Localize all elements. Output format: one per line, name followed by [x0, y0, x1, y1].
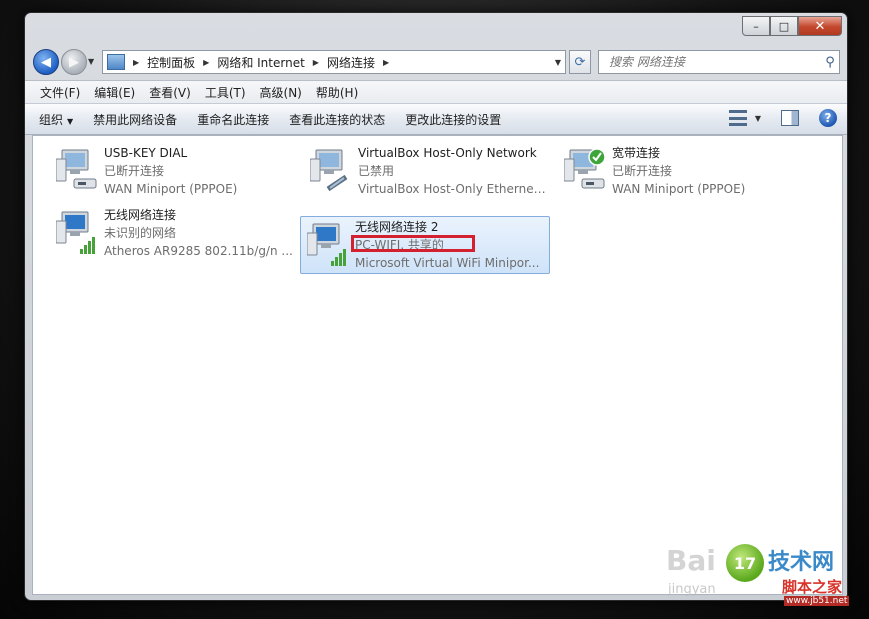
breadcrumb-chevron-icon[interactable]: ▶: [383, 58, 389, 67]
search-box[interactable]: ⚲: [598, 50, 840, 74]
explorer-window: – □ ✕ ◀ ▶ ▼ ▶ 控制面板 ▶ 网络和 Internet ▶ 网络连接…: [24, 12, 848, 601]
network-ethernet-icon: [310, 149, 348, 192]
breadcrumb-chevron-icon[interactable]: ▶: [133, 58, 139, 67]
connection-status: 未识别的网络: [104, 226, 177, 240]
connection-status: 已断开连接: [612, 164, 673, 178]
address-bar[interactable]: ▶ 控制面板 ▶ 网络和 Internet ▶ 网络连接 ▶ ▼: [102, 50, 566, 74]
back-button[interactable]: ◀: [33, 49, 59, 75]
menu-edit[interactable]: 编辑(E): [87, 84, 142, 101]
network-modem-check-icon: [564, 148, 606, 189]
menu-tools[interactable]: 工具(T): [198, 84, 253, 101]
change-settings-button[interactable]: 更改此连接的设置: [399, 111, 515, 128]
command-bar: 组织 ▼ 禁用此网络设备 重命名此连接 查看此连接的状态 更改此连接的设置 ▼ ?: [25, 103, 847, 135]
connection-status: 已禁用: [358, 164, 395, 178]
connection-device: WAN Miniport (PPPOE): [104, 182, 238, 196]
connection-wireless-2[interactable]: 无线网络连接 2 PC-WIFI, 共享的 Microsoft Virtual …: [300, 216, 550, 274]
connection-name: 宽带连接: [612, 146, 661, 160]
search-input[interactable]: [607, 54, 821, 70]
search-icon[interactable]: ⚲: [821, 55, 839, 70]
view-controls: ▼ ?: [728, 109, 837, 127]
preview-pane-icon[interactable]: [781, 110, 799, 126]
connection-virtualbox[interactable]: VirtualBox Host-Only Network 已禁用 Virtual…: [303, 142, 553, 200]
disable-device-button[interactable]: 禁用此网络设备: [87, 111, 191, 128]
recent-pages-dropdown[interactable]: ▼: [88, 57, 94, 66]
connections-list: USB-KEY DIAL 已断开连接 WAN Miniport (PPPOE) …: [32, 135, 843, 595]
forward-button[interactable]: ▶: [61, 49, 87, 75]
connection-name: 无线网络连接 2: [355, 220, 439, 234]
close-button[interactable]: ✕: [798, 16, 842, 36]
breadcrumb-chevron-icon[interactable]: ▶: [203, 58, 209, 67]
connection-device: WAN Miniport (PPPOE): [612, 182, 746, 196]
wireless-network-icon: [307, 223, 346, 266]
organize-button[interactable]: 组织 ▼: [33, 111, 87, 128]
chevron-down-icon: ▼: [67, 116, 74, 126]
menu-bar: 文件(F) 编辑(E) 查看(V) 工具(T) 高级(N) 帮助(H): [25, 80, 847, 103]
change-view-icon[interactable]: [728, 110, 747, 126]
connection-device: Atheros AR9285 802.11b/g/n ...: [104, 244, 293, 258]
connection-name: VirtualBox Host-Only Network: [358, 146, 537, 160]
network-modem-icon: [56, 149, 97, 189]
caption-buttons: – □ ✕: [742, 16, 842, 36]
help-icon[interactable]: ?: [819, 109, 837, 127]
address-row: ◀ ▶ ▼ ▶ 控制面板 ▶ 网络和 Internet ▶ 网络连接 ▶ ▼ ⟳…: [25, 47, 847, 77]
connection-device: VirtualBox Host-Only Ethernet ...: [358, 182, 548, 196]
menu-advanced[interactable]: 高级(N): [253, 84, 309, 101]
menu-view[interactable]: 查看(V): [142, 84, 198, 101]
menu-help[interactable]: 帮助(H): [309, 84, 365, 101]
view-dropdown-icon[interactable]: ▼: [755, 114, 761, 123]
breadcrumb-chevron-icon[interactable]: ▶: [313, 58, 319, 67]
control-panel-icon: [107, 54, 125, 70]
connection-device: Microsoft Virtual WiFi Minipor...: [355, 256, 540, 270]
connection-name: 无线网络连接: [104, 208, 177, 222]
connection-usb-key-dial[interactable]: USB-KEY DIAL 已断开连接 WAN Miniport (PPPOE): [49, 142, 299, 200]
address-dropdown-icon[interactable]: ▼: [555, 58, 561, 67]
connection-status: 已断开连接: [104, 164, 165, 178]
wireless-network-icon: [56, 211, 95, 254]
refresh-button[interactable]: ⟳: [569, 50, 591, 74]
rename-connection-button[interactable]: 重命名此连接: [191, 111, 283, 128]
connection-wireless[interactable]: 无线网络连接 未识别的网络 Atheros AR9285 802.11b/g/n…: [49, 204, 299, 262]
menu-file[interactable]: 文件(F): [33, 84, 87, 101]
maximize-button[interactable]: □: [770, 16, 798, 36]
view-status-button[interactable]: 查看此连接的状态: [283, 111, 399, 128]
annotation-highlight-box: [351, 235, 475, 252]
breadcrumb-network-internet[interactable]: 网络和 Internet: [217, 54, 304, 71]
organize-label: 组织: [39, 112, 64, 127]
minimize-button[interactable]: –: [742, 16, 770, 36]
connection-name: USB-KEY DIAL: [104, 146, 188, 160]
connection-broadband[interactable]: 宽带连接 已断开连接 WAN Miniport (PPPOE): [557, 142, 807, 200]
breadcrumb-control-panel[interactable]: 控制面板: [147, 54, 195, 71]
breadcrumb-network-connections[interactable]: 网络连接: [327, 54, 375, 71]
